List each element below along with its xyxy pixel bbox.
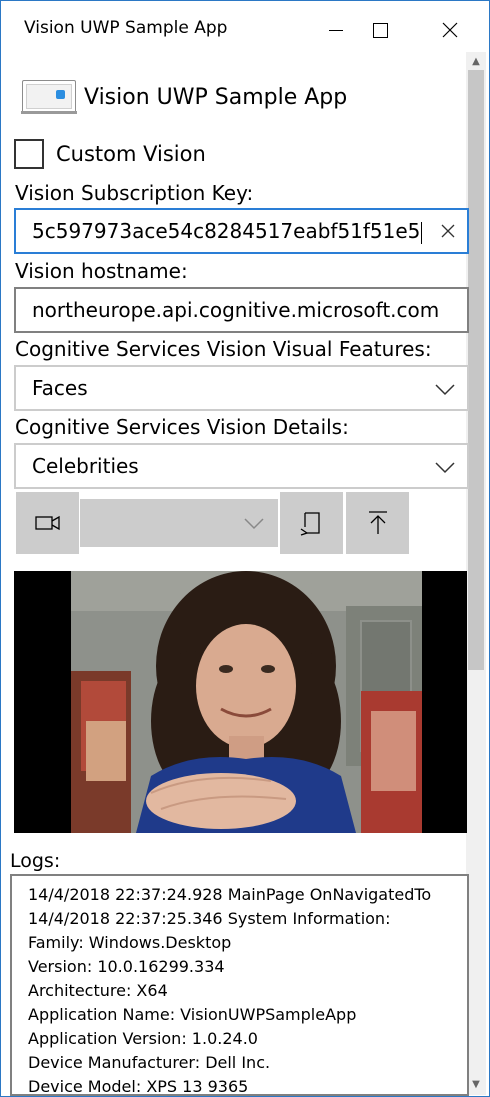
log-line: Family: Windows.Desktop — [28, 933, 232, 952]
log-line: Device Model: XPS 13 9365 — [28, 1077, 249, 1096]
app-title: Vision UWP Sample App — [84, 85, 348, 110]
custom-vision-checkbox[interactable] — [14, 139, 44, 169]
rotate-camera-button[interactable] — [280, 492, 343, 554]
details-select[interactable]: Celebrities — [14, 443, 469, 489]
hostname-label: Vision hostname: — [15, 259, 188, 283]
hostname-value: northeurope.api.cognitive.microsoft.com — [32, 298, 440, 322]
visual-features-value: Faces — [32, 376, 88, 400]
window-title: Vision UWP Sample App — [24, 18, 228, 38]
chevron-down-icon — [435, 384, 455, 396]
clear-icon — [441, 224, 455, 238]
log-line: Architecture: X64 — [28, 981, 168, 1000]
subscription-key-value: 5c597973ace54c8284517eabf51f51e5 — [32, 219, 421, 243]
camera-select[interactable] — [80, 499, 278, 547]
log-line: Application Name: VisionUWPSampleApp — [28, 1005, 357, 1024]
video-camera-icon — [34, 515, 60, 531]
log-line: Application Version: 1.0.24.0 — [28, 1029, 258, 1048]
log-line: Device Manufacturer: Dell Inc. — [28, 1053, 271, 1072]
app-window: Vision UWP Sample App ▲ ▼ Vision UWP Sam… — [0, 0, 490, 1097]
hostname-input[interactable]: northeurope.api.cognitive.microsoft.com — [14, 287, 469, 333]
scroll-up-icon[interactable]: ▲ — [466, 52, 486, 70]
scroll-thumb[interactable] — [468, 70, 484, 670]
camera-button[interactable] — [16, 492, 79, 554]
upload-button[interactable] — [346, 492, 409, 554]
vertical-scrollbar[interactable]: ▲ ▼ — [466, 52, 486, 1095]
subscription-key-input[interactable]: 5c597973ace54c8284517eabf51f51e5 — [14, 208, 469, 254]
logs-textbox[interactable]: 14/4/2018 22:37:24.928 MainPage OnNaviga… — [10, 874, 469, 1096]
clear-text-button[interactable] — [433, 216, 463, 246]
visual-features-label: Cognitive Services Vision Visual Feature… — [15, 337, 432, 361]
chevron-down-icon — [244, 518, 264, 530]
chevron-down-icon — [435, 462, 455, 474]
log-line: 14/4/2018 22:37:24.928 MainPage OnNaviga… — [28, 885, 432, 904]
text-caret — [421, 221, 423, 244]
subscription-key-label: Vision Subscription Key: — [15, 181, 254, 205]
camera-frame-image — [71, 571, 422, 833]
visual-features-select[interactable]: Faces — [14, 365, 469, 411]
close-icon — [442, 22, 458, 38]
upload-icon — [368, 511, 387, 534]
minimize-icon — [329, 29, 343, 31]
custom-vision-label[interactable]: Custom Vision — [56, 142, 206, 166]
log-line: 14/4/2018 22:37:25.346 System Informatio… — [28, 909, 391, 928]
close-button[interactable] — [419, 1, 481, 59]
camera-preview — [14, 571, 467, 833]
app-logo-icon — [21, 80, 77, 114]
maximize-icon — [372, 22, 388, 38]
scroll-down-icon[interactable]: ▼ — [466, 1075, 486, 1093]
details-value: Celebrities — [32, 454, 139, 478]
log-line: Version: 10.0.16299.334 — [28, 957, 225, 976]
logs-label: Logs: — [10, 850, 61, 872]
details-label: Cognitive Services Vision Details: — [15, 415, 349, 439]
title-bar[interactable]: Vision UWP Sample App — [1, 1, 489, 59]
rotate-icon — [300, 512, 320, 536]
maximize-button[interactable] — [349, 1, 411, 59]
